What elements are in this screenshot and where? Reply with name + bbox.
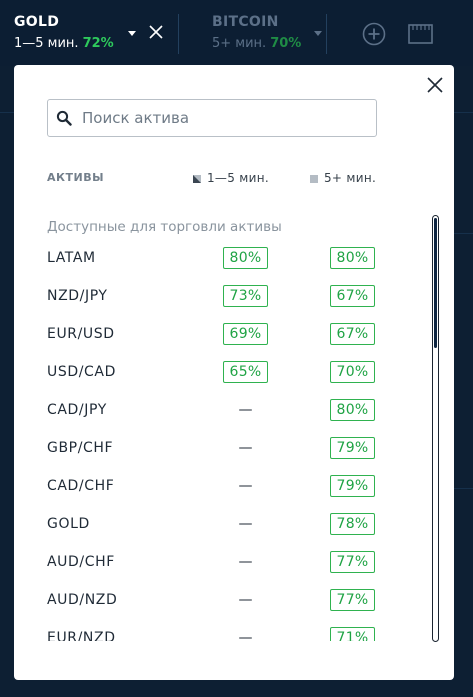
background-divider [454, 488, 473, 489]
tab-bitcoin-chevron-down-icon[interactable] [314, 31, 322, 36]
tab-bitcoin-time-row: 5+ мин. 70% [212, 36, 301, 51]
asset-row[interactable]: EUR/NZD — 71% [14, 620, 432, 641]
payout-badge-short: 69% [223, 323, 268, 345]
tab-bitcoin-name: BITCOIN [212, 14, 279, 30]
section-title: Доступные для торговли активы [47, 219, 282, 235]
tab-gold-percent: 72% [82, 36, 114, 51]
asset-list: LATAM 80% 80% NZD/JPY 73% 67% EUR/USD 69% 67% USD… [14, 239, 432, 641]
payout-unavailable: — [238, 554, 253, 570]
asset-row[interactable]: EUR/USD 69% 67% [14, 316, 432, 354]
asset-name: LATAM [47, 250, 96, 266]
search-input[interactable] [82, 100, 372, 136]
column-header-long[interactable]: 5+ мин. [310, 171, 376, 185]
scrollbar[interactable] [432, 215, 439, 642]
asset-name: USD/CAD [47, 364, 116, 380]
column-header-assets[interactable]: АКТИВЫ [47, 171, 104, 184]
asset-name: NZD/JPY [47, 288, 108, 304]
payout-badge-long: 79% [330, 475, 375, 497]
tab-gold-close-icon[interactable] [148, 24, 164, 40]
tab-bitcoin-percent: 70% [270, 36, 302, 51]
layout-icon[interactable] [408, 22, 434, 46]
payout-badge-long: 79% [330, 437, 375, 459]
payout-unavailable: — [238, 592, 253, 608]
tab-gold-time-row: 1—5 мин. 72% [14, 36, 114, 51]
asset-row[interactable]: CAD/CHF — 79% [14, 468, 432, 506]
payout-badge-short: 65% [223, 361, 268, 383]
tab-divider [178, 14, 179, 54]
add-asset-plus-circle-icon[interactable] [362, 22, 386, 46]
asset-row[interactable]: LATAM 80% 80% [14, 240, 432, 278]
payout-badge-long: 67% [330, 323, 375, 345]
payout-badge-short: 80% [223, 247, 268, 269]
tab-gold-name: GOLD [14, 14, 60, 30]
payout-badge-long: 80% [330, 399, 375, 421]
asset-name: GBP/CHF [47, 440, 114, 456]
payout-unavailable: — [238, 630, 253, 641]
asset-row[interactable]: CAD/JPY — 80% [14, 392, 432, 430]
payout-badge-long: 67% [330, 285, 375, 307]
modal-close-icon[interactable] [426, 76, 444, 94]
asset-row[interactable]: GOLD — 78% [14, 506, 432, 544]
asset-name: EUR/USD [47, 326, 115, 342]
asset-name: EUR/NZD [47, 630, 116, 641]
payout-badge-short: 73% [223, 285, 268, 307]
background-divider [0, 112, 14, 113]
asset-row[interactable]: AUD/CHF — 77% [14, 544, 432, 582]
asset-search-box[interactable] [47, 99, 377, 137]
column-header-long-label: 5+ мин. [324, 171, 377, 185]
asset-name: CAD/JPY [47, 402, 107, 418]
background-divider [454, 233, 473, 234]
asset-tab-bar: GOLD 1—5 мин. 72% BITCOIN 5+ мин. 70% [0, 0, 473, 66]
payout-unavailable: — [238, 440, 253, 456]
tab-gold-chevron-down-icon[interactable] [128, 31, 136, 36]
payout-badge-long: 78% [330, 513, 375, 535]
asset-selector-modal: АКТИВЫ 1—5 мин. 5+ мин. Доступные для то… [14, 65, 454, 680]
asset-name: AUD/NZD [47, 592, 118, 608]
payout-unavailable: — [238, 516, 253, 532]
tab-bitcoin-time: 5+ мин. [212, 36, 267, 51]
tab-divider [326, 14, 327, 54]
payout-unavailable: — [238, 478, 253, 494]
asset-name: AUD/CHF [47, 554, 115, 570]
tab-gold-time: 1—5 мин. [14, 36, 79, 51]
asset-row[interactable]: USD/CAD 65% 70% [14, 354, 432, 392]
tab-bitcoin[interactable]: BITCOIN 5+ мин. 70% [212, 14, 301, 51]
column-header-short-label: 1—5 мин. [207, 171, 269, 185]
asset-row[interactable]: NZD/JPY 73% 67% [14, 278, 432, 316]
asset-row[interactable]: GBP/CHF — 79% [14, 430, 432, 468]
search-icon [56, 110, 72, 126]
background-divider [454, 112, 473, 113]
column-header-short[interactable]: 1—5 мин. [193, 171, 269, 185]
payout-badge-long: 77% [330, 589, 375, 611]
asset-row[interactable]: AUD/NZD — 77% [14, 582, 432, 620]
payout-badge-long: 71% [330, 627, 375, 641]
payout-unavailable: — [238, 402, 253, 418]
long-expiry-icon [310, 175, 318, 183]
scrollbar-thumb[interactable] [434, 218, 437, 348]
short-expiry-icon [193, 175, 201, 183]
asset-name: CAD/CHF [47, 478, 115, 494]
payout-badge-long: 70% [330, 361, 375, 383]
tab-gold[interactable]: GOLD 1—5 мин. 72% [14, 14, 114, 51]
payout-badge-long: 80% [330, 247, 375, 269]
payout-badge-long: 77% [330, 551, 375, 573]
asset-name: GOLD [47, 516, 90, 532]
